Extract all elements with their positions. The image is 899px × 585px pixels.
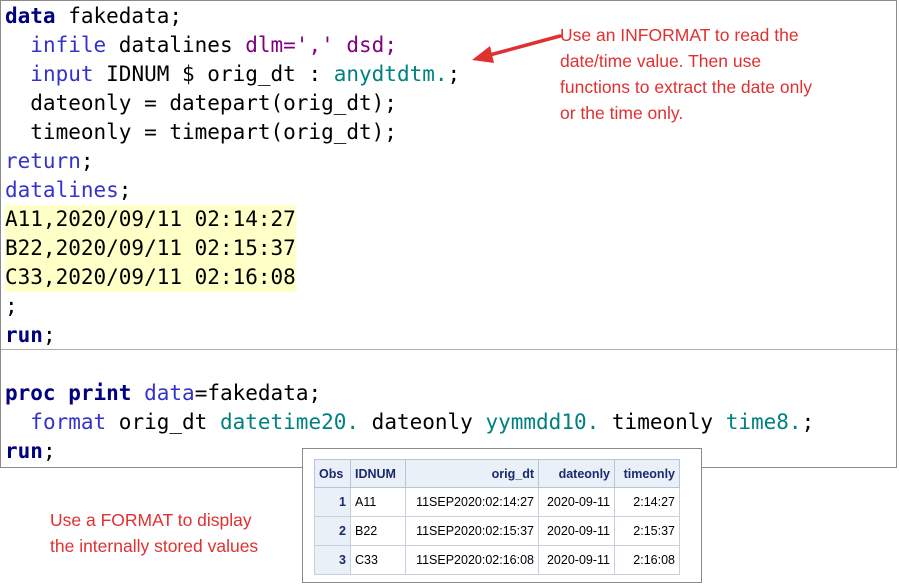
column-header-timeonly: timeonly [614, 459, 680, 488]
column-header-obs: Obs [314, 459, 351, 488]
table-cell-dateonly: 2020-09-11 [538, 516, 615, 546]
arrow-icon [472, 34, 562, 63]
table-cell-obs: 2 [314, 516, 351, 546]
informat-annotation: Use an INFORMAT to read the date/time va… [560, 25, 812, 123]
table-cell-orig-dt: 11SEP2020:02:16:08 [405, 545, 539, 575]
output-panel: Obs IDNUM orig_dt dateonly timeonly 1 A1… [302, 448, 702, 583]
table-row: 3 C33 11SEP2020:02:16:08 2020-09-11 2:16… [314, 545, 680, 575]
format-annotation: Use a FORMAT to display the internally s… [50, 510, 259, 556]
table-cell-obs: 3 [314, 545, 351, 575]
datalines-row-1: A11,2020/09/11 02:14:27 [5, 205, 296, 234]
table-cell-idnum: C33 [350, 545, 406, 575]
output-table: Obs IDNUM orig_dt dateonly timeonly 1 A1… [314, 459, 680, 575]
table-cell-dateonly: 2020-09-11 [538, 487, 615, 517]
column-header-dateonly: dateonly [538, 459, 615, 488]
table-cell-dateonly: 2020-09-11 [538, 545, 615, 575]
code-line-datepart: dateonly = datepart(orig_dt); [5, 91, 397, 115]
code-line-run-1: run; [5, 323, 56, 347]
table-header-row: Obs IDNUM orig_dt dateonly timeonly [314, 459, 680, 488]
table-row: 2 B22 11SEP2020:02:15:37 2020-09-11 2:15… [314, 516, 680, 546]
code-line-datalines: datalines; [5, 178, 132, 202]
code-line-run-2: run; [5, 439, 56, 463]
datalines-row-3: C33,2020/09/11 02:16:08 [5, 263, 296, 292]
code-line-proc-print: proc print data=fakedata; [5, 381, 322, 405]
table-cell-timeonly: 2:15:37 [614, 516, 680, 546]
code-line-data: data fakedata; [5, 4, 183, 28]
table-cell-idnum: B22 [350, 516, 406, 546]
code-line-infile: infile datalines dlm=',' dsd; [30, 33, 397, 57]
table-cell-obs: 1 [314, 487, 351, 517]
code-line-format: format orig_dt datetime20. dateonly yymm… [30, 410, 815, 434]
table-cell-orig-dt: 11SEP2020:02:15:37 [405, 516, 539, 546]
datalines-row-2: B22,2020/09/11 02:15:37 [5, 234, 296, 263]
column-header-idnum: IDNUM [350, 459, 406, 488]
code-line-return: return; [5, 149, 94, 173]
table-cell-timeonly: 2:14:27 [614, 487, 680, 517]
table-cell-orig-dt: 11SEP2020:02:14:27 [405, 487, 539, 517]
table-cell-timeonly: 2:16:08 [614, 545, 680, 575]
step-divider [1, 349, 898, 350]
table-row: 1 A11 11SEP2020:02:14:27 2020-09-11 2:14… [314, 487, 680, 517]
code-line-timepart: timeonly = timepart(orig_dt); [5, 120, 397, 144]
code-line-input: input IDNUM $ orig_dt : anydtdtm.; [30, 62, 461, 86]
code-line-semicolon: ; [5, 294, 18, 318]
table-cell-idnum: A11 [350, 487, 406, 517]
column-header-orig-dt: orig_dt [405, 459, 539, 488]
